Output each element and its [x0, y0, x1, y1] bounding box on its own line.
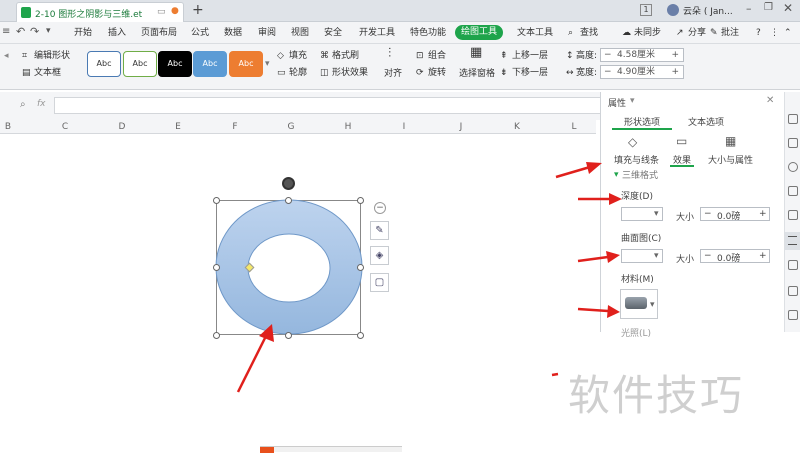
app-icon	[260, 447, 274, 453]
bottom-mini-toolbar[interactable]	[260, 446, 402, 453]
watermark: 软件技巧	[568, 371, 745, 420]
